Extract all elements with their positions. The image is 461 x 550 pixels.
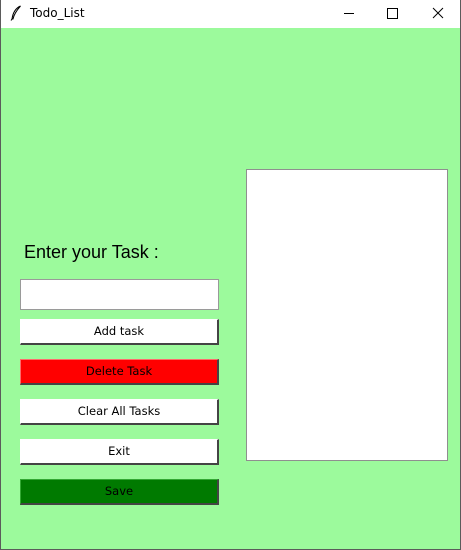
title-bar[interactable]: Todo_List <box>1 0 460 28</box>
maximize-icon <box>387 8 398 19</box>
save-button[interactable]: Save <box>20 479 219 505</box>
feather-icon <box>10 5 21 21</box>
minimize-icon <box>344 13 354 14</box>
close-icon <box>432 7 444 19</box>
app-window: Todo_List Enter your Task : Add task Del… <box>0 0 461 550</box>
window-title: Todo_List <box>30 6 85 20</box>
minimize-button[interactable] <box>326 0 372 28</box>
exit-button[interactable]: Exit <box>20 439 219 465</box>
task-listbox[interactable] <box>246 169 448 461</box>
close-button[interactable] <box>415 0 460 28</box>
task-prompt-label: Enter your Task : <box>24 242 159 262</box>
clear-all-tasks-button[interactable]: Clear All Tasks <box>20 399 219 425</box>
main-area: Enter your Task : Add task Delete Task C… <box>1 28 460 549</box>
maximize-button[interactable] <box>370 0 416 28</box>
task-input[interactable] <box>20 279 219 310</box>
add-task-button[interactable]: Add task <box>20 319 219 345</box>
delete-task-button[interactable]: Delete Task <box>20 359 219 385</box>
